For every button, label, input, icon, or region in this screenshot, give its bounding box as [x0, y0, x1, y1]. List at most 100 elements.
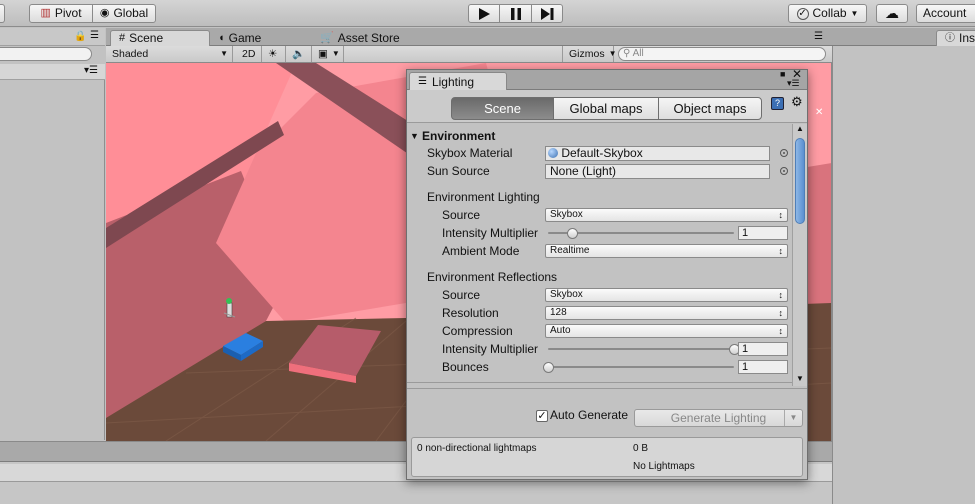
object-picker-icon[interactable]	[780, 149, 788, 157]
tab-asset-store[interactable]: 🛒 Asset Store	[312, 30, 422, 46]
scroll-up-arrow-icon[interactable]: ▲	[796, 124, 804, 133]
bounces-field[interactable]: 1	[738, 360, 788, 374]
ambient-mode-dropdown[interactable]: Realtime ↕	[545, 244, 788, 258]
gizmos-dropdown[interactable]: Gizmos ▼	[562, 46, 617, 62]
mode-scene[interactable]: Scene	[451, 97, 554, 120]
lighting-toggle[interactable]: ☀	[262, 46, 286, 62]
step-button[interactable]	[531, 4, 563, 23]
resolution-dropdown[interactable]: 128 ↕	[545, 306, 788, 320]
chevron-down-icon[interactable]: ▼	[784, 410, 802, 426]
global-toggle-button[interactable]: ◉ Global	[92, 4, 156, 23]
lighting-window: ☰ Lighting ■ ✕ ▾☰ Scene Global maps Obje…	[406, 69, 808, 480]
speaker-icon: 🔈	[292, 48, 306, 60]
hierarchy-search-input[interactable]	[0, 47, 92, 61]
grid-icon: #	[119, 32, 126, 44]
auto-generate-label: Auto Generate	[550, 408, 629, 422]
lighting-footer: ✓ Auto Generate Generate Lighting ▼ 0 no…	[407, 388, 807, 479]
pause-icon	[510, 7, 521, 20]
reflection-intensity-slider[interactable]	[548, 348, 734, 350]
chevron-down-icon: ▼	[220, 49, 228, 58]
shading-mode-dropdown[interactable]: Shaded ▼	[106, 46, 233, 62]
bounces-slider[interactable]	[548, 366, 734, 368]
reflection-intensity-field[interactable]: 1	[738, 342, 788, 356]
pivot-toggle-button[interactable]: ▥ Pivot	[29, 4, 93, 23]
hierarchy-tab-bar: 🔒 ☰	[0, 28, 105, 46]
tab-scene[interactable]: # Scene	[110, 30, 210, 46]
env-reflections-source-dropdown[interactable]: Skybox ↕	[545, 288, 788, 302]
generate-lighting-button[interactable]: Generate Lighting ▼	[634, 409, 803, 427]
help-book-icon[interactable]: ?	[771, 97, 784, 110]
up-down-arrow-icon: ↕	[778, 308, 784, 318]
pivot-label: Pivot	[54, 6, 82, 20]
lightmap-info-box: 0 non-directional lightmaps 0 B No Light…	[411, 437, 803, 477]
compression-dropdown[interactable]: Auto ↕	[545, 324, 788, 338]
up-down-arrow-icon: ↕	[778, 290, 784, 300]
scrollbar-thumb[interactable]	[795, 138, 805, 224]
env-lighting-source-row: Source Skybox ↕	[407, 206, 792, 224]
scene-search-input[interactable]: ⚲ All	[618, 47, 826, 61]
step-icon	[540, 7, 553, 20]
environment-foldout[interactable]: ▼ Environment	[407, 127, 792, 145]
auto-generate-checkbox[interactable]: ✓	[536, 410, 548, 422]
env-lighting-intensity-field[interactable]: 1	[738, 226, 788, 240]
audio-toggle[interactable]: 🔈	[286, 46, 312, 62]
skybox-material-field[interactable]: Default-Skybox	[545, 146, 770, 161]
skybox-material-row: Skybox Material Default-Skybox	[407, 144, 792, 162]
pause-button[interactable]	[499, 4, 532, 23]
panel-menu-icon[interactable]: ▾☰	[787, 78, 800, 89]
slider-thumb[interactable]	[567, 228, 579, 239]
lighting-title-bar[interactable]: ☰ Lighting ■ ✕ ▾☰	[407, 70, 807, 90]
env-lighting-source-dropdown[interactable]: Skybox ↕	[545, 208, 788, 222]
slider-thumb[interactable]	[543, 362, 554, 373]
pivot-icon: ▥	[40, 7, 51, 19]
effects-dropdown[interactable]: ▣ ▼	[312, 46, 344, 62]
tab-lighting[interactable]: ☰ Lighting	[409, 72, 507, 90]
main-toolbar: ▥ Pivot ◉ Global ✓ Collab ▼ ☁ Account	[0, 0, 975, 27]
inspector-panel	[832, 46, 975, 504]
image-icon: ▣	[318, 48, 328, 60]
check-icon: ✓	[537, 410, 547, 422]
lock-icon[interactable]: 🔒	[74, 31, 86, 42]
collab-button[interactable]: ✓ Collab ▼	[788, 4, 867, 23]
mode-global-maps[interactable]: Global maps	[553, 97, 659, 120]
foldout-arrow-icon: ▼	[410, 131, 419, 141]
sun-source-field[interactable]: None (Light)	[545, 164, 770, 179]
panel-menu-icon[interactable]: ▾☰	[84, 65, 98, 76]
gear-icon[interactable]: ⚙	[791, 94, 803, 110]
scroll-down-arrow-icon[interactable]: ▼	[796, 374, 804, 383]
panel-menu-icon[interactable]: ☰	[814, 31, 823, 42]
cloud-button[interactable]: ☁	[876, 4, 908, 23]
object-picker-icon[interactable]	[780, 167, 788, 175]
panel-menu-icon[interactable]: ☰	[90, 30, 99, 41]
play-button[interactable]	[468, 4, 500, 23]
compression-row: Compression Auto ↕	[407, 322, 792, 340]
scene-control-bar: Shaded ▼ 2D ☀ 🔈 ▣ ▼ Gizmos ▼ ⚲ All	[106, 46, 832, 63]
collab-label: Collab	[812, 6, 847, 20]
hierarchy-header: ▾☰	[0, 64, 105, 80]
resolution-row: Resolution 128 ↕	[407, 304, 792, 322]
play-icon	[479, 7, 490, 20]
lighting-icon: ☰	[418, 75, 427, 87]
lighting-vertical-scrollbar[interactable]: ▲ ▼	[792, 124, 807, 386]
maximize-icon[interactable]: ■	[780, 70, 785, 79]
inspector-tab-bar: ⓘ Ins	[832, 28, 975, 46]
close-icon[interactable]: ✕	[815, 107, 823, 118]
search-icon: ⚲	[623, 48, 631, 59]
sun-icon: ☀	[268, 48, 278, 60]
tab-game[interactable]: ◖ Game	[210, 30, 306, 46]
env-lighting-intensity-row: Intensity Multiplier 1	[407, 224, 792, 242]
section-divider	[407, 382, 792, 383]
2d-toggle[interactable]: 2D	[238, 46, 262, 62]
transform-tools-edge[interactable]	[0, 4, 5, 23]
globe-icon: ◉	[99, 7, 110, 19]
lighting-scroll-area: ▼ Environment Skybox Material Default-Sk…	[407, 124, 807, 386]
game-icon: ◖	[218, 31, 225, 44]
up-down-arrow-icon: ↕	[778, 326, 784, 336]
account-button[interactable]: Account	[916, 4, 975, 23]
mode-object-maps[interactable]: Object maps	[658, 97, 762, 120]
chevron-down-icon: ▼	[608, 49, 617, 58]
ambient-mode-row: Ambient Mode Realtime ↕	[407, 242, 792, 260]
hierarchy-panel	[0, 80, 105, 440]
tab-inspector[interactable]: ⓘ Ins	[936, 30, 975, 46]
check-icon: ✓	[796, 7, 809, 20]
